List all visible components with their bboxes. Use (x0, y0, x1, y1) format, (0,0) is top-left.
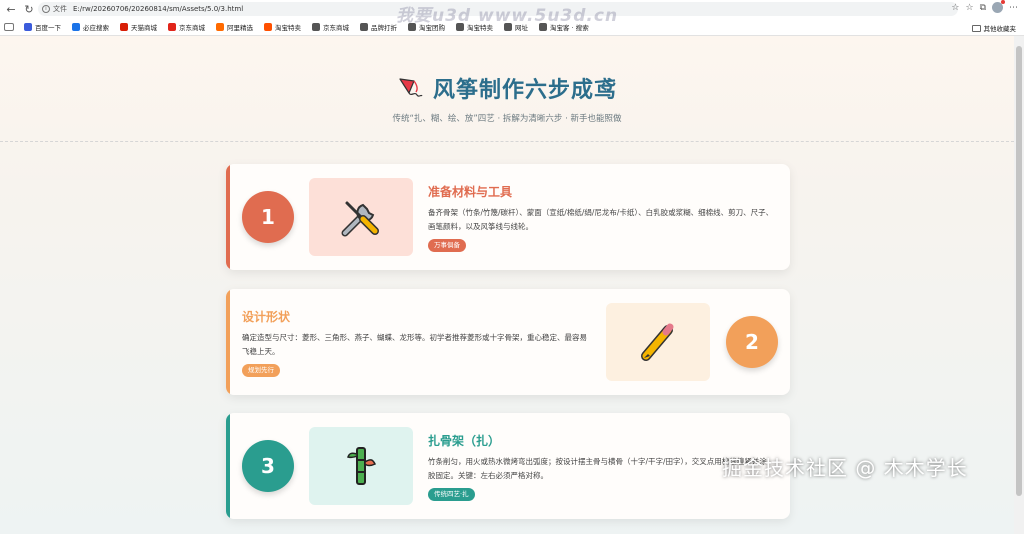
page-title: 风筝制作六步成鸢 (432, 78, 617, 103)
step-title: 准备材料与工具 (428, 185, 513, 199)
step-image (606, 303, 710, 381)
step-tag: 规划先行 (242, 364, 280, 377)
bookmark-item[interactable]: 京东商城 (312, 22, 349, 32)
step-card-3: 3 扎骨架（扎） 竹条削匀，用火或热水微烤弯出弧度；按设计摆主骨与横骨（十字/干… (226, 413, 790, 519)
bookmark-label: 京东商城 (179, 23, 205, 32)
bookmark-label: 百度一下 (35, 23, 61, 32)
bookmark-favicon-icon (312, 22, 320, 31)
step-image (309, 178, 413, 256)
step-number: 2 (726, 316, 778, 368)
card-accent (226, 164, 230, 270)
bookmark-label: 京东商城 (323, 23, 349, 32)
bookmark-label: 天猫商城 (131, 23, 157, 32)
step-tag: 万事俱备 (428, 239, 466, 252)
bookmark-item[interactable]: 天猫商城 (120, 22, 157, 32)
other-bookmarks-label: 其他收藏夹 (983, 25, 1017, 33)
star-icon[interactable]: ☆ (951, 3, 959, 13)
step-card-1: 1 准备材料与工具 备齐骨架（竹条/竹篾/碳杆）、蒙面（宣纸/棉纸/绢/尼龙布/… (226, 164, 790, 270)
url-text[interactable]: E:/rw/20260706/20260814/sm/Assets/5.0/3.… (73, 5, 243, 13)
step-description: 备齐骨架（竹条/竹篾/碳杆）、蒙面（宣纸/棉纸/绢/尼龙布/卡纸）、白乳胶或浆糊… (428, 208, 774, 231)
author-watermark: 掘金技术社区 @ 木木学长 (722, 456, 968, 480)
page-header: 风筝制作六步成鸢 传统“扎、糊、绘、放”四艺 · 拆解为清晰六步 · 新手也能照… (0, 36, 1014, 142)
page-scrollbar[interactable] (1014, 36, 1024, 534)
bookmark-item[interactable]: 百度一下 (24, 22, 61, 32)
bookmark-label: 淘宝特卖 (275, 23, 301, 32)
step-card-2: 设计形状 确定造型与尺寸：菱形、三角形、燕子、蝴蝶、龙形等。初学者推荐菱形或十字… (226, 289, 790, 395)
bamboo-icon (347, 447, 377, 485)
pencil-icon (641, 323, 674, 361)
step-tag: 传统四艺·扎 (428, 488, 475, 501)
bookmark-item[interactable]: 阿里精选 (216, 22, 253, 32)
bookmark-favicon-icon (72, 22, 80, 31)
favorites-icon[interactable]: ☆ (965, 3, 973, 13)
back-icon[interactable]: ← (4, 2, 18, 16)
bookmark-favicon-icon (264, 22, 272, 31)
kite-icon (399, 78, 423, 97)
step-title: 设计形状 (242, 310, 291, 324)
folder-icon (971, 24, 981, 32)
bookmark-label: 品牌打折 (371, 23, 397, 32)
bookmark-item[interactable]: 淘宝特卖 (264, 22, 301, 32)
bookmark-label: 必应搜索 (83, 23, 109, 32)
toolbar-actions: ☆ ☆ ⧉ ⋯ (951, 0, 1018, 13)
bookmark-favicon-icon (360, 22, 368, 31)
info-icon[interactable]: i (42, 5, 50, 13)
bookmark-favicon-icon (120, 22, 128, 31)
bookmark-item[interactable]: 京东商城 (168, 22, 205, 32)
site-watermark: 我要u3d www.5u3d.cn (396, 6, 619, 26)
scroll-thumb[interactable] (1016, 46, 1022, 496)
tools-icon (341, 201, 379, 237)
card-accent (226, 413, 230, 519)
profile-avatar[interactable] (992, 0, 1005, 13)
more-icon[interactable]: ⋯ (1009, 3, 1018, 13)
bookmark-item[interactable]: 品牌打折 (360, 22, 397, 32)
step-number: 1 (242, 191, 294, 243)
bookmark-favicon-icon (216, 22, 224, 31)
step-description: 确定造型与尺寸：菱形、三角形、燕子、蝴蝶、龙形等。初学者推荐菱形或十字骨架，重心… (242, 333, 587, 356)
bookmark-label: 阿里精选 (227, 23, 253, 32)
scheme-label: 文件 (53, 5, 67, 13)
step-title: 扎骨架（扎） (428, 434, 501, 448)
card-accent (226, 289, 230, 395)
bookmark-favicon-icon (24, 22, 32, 31)
other-bookmarks[interactable]: 其他收藏夹 (971, 23, 1017, 33)
step-number: 3 (242, 440, 294, 492)
page-subtitle: 传统“扎、糊、绘、放”四艺 · 拆解为清晰六步 · 新手也能照做 (392, 114, 622, 124)
bookmark-item[interactable]: 必应搜索 (72, 22, 109, 32)
tab-actions-icon[interactable] (4, 22, 14, 31)
reload-icon[interactable]: ↻ (22, 2, 36, 16)
step-image (309, 427, 413, 505)
collections-icon[interactable]: ⧉ (980, 3, 986, 13)
bookmark-favicon-icon (168, 22, 176, 31)
